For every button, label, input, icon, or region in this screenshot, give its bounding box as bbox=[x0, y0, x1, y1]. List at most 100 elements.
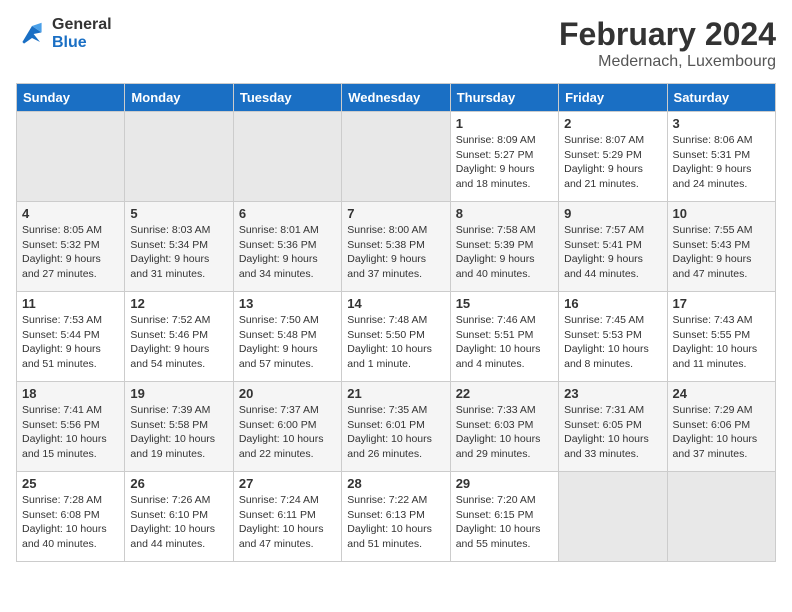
calendar-cell: 14 Sunrise: 7:48 AMSunset: 5:50 PMDayligh… bbox=[342, 292, 450, 382]
day-number: 8 bbox=[456, 206, 553, 221]
week-row: 25Sunrise: 7:28 AMSunset: 6:08 PMDayligh… bbox=[17, 472, 776, 562]
day-number: 18 bbox=[22, 386, 119, 401]
calendar-cell: 6 Sunrise: 8:01 AMSunset: 5:36 PMDaylight… bbox=[233, 202, 341, 292]
day-info: Sunrise: 7:48 AMSunset: 5:50 PMDaylight:… bbox=[347, 313, 444, 372]
calendar-cell: 29 Sunrise: 7:20 AMSunset: 6:15 PMDayligh… bbox=[450, 472, 558, 562]
calendar-cell: 3 Sunrise: 8:06 AMSunset: 5:31 PMDaylight… bbox=[667, 112, 775, 202]
day-info: Sunrise: 8:00 AMSunset: 5:38 PMDaylight:… bbox=[347, 223, 444, 282]
week-row: 4Sunrise: 8:05 AMSunset: 5:32 PMDaylight… bbox=[17, 202, 776, 292]
calendar-cell: 24 Sunrise: 7:29 AMSunset: 6:06 PMDayligh… bbox=[667, 382, 775, 472]
calendar-cell: 28 Sunrise: 7:22 AMSunset: 6:13 PMDayligh… bbox=[342, 472, 450, 562]
location: Medernach, Luxembourg bbox=[559, 53, 776, 71]
day-number: 6 bbox=[239, 206, 336, 221]
day-number: 12 bbox=[130, 296, 227, 311]
day-info: Sunrise: 8:06 AMSunset: 5:31 PMDaylight:… bbox=[673, 133, 770, 192]
calendar-cell: 21Sunrise: 7:35 AMSunset: 6:01 PMDayligh… bbox=[342, 382, 450, 472]
day-info: Sunrise: 8:03 AMSunset: 5:34 PMDaylight:… bbox=[130, 223, 227, 282]
day-info: Sunrise: 7:22 AMSunset: 6:13 PMDaylight:… bbox=[347, 493, 444, 552]
day-number: 14 bbox=[347, 296, 444, 311]
day-info: Sunrise: 8:01 AMSunset: 5:36 PMDaylight:… bbox=[239, 223, 336, 282]
day-info: Sunrise: 7:43 AMSunset: 5:55 PMDaylight:… bbox=[673, 313, 770, 372]
day-info: Sunrise: 7:20 AMSunset: 6:15 PMDaylight:… bbox=[456, 493, 553, 552]
week-row: 11 Sunrise: 7:53 AMSunset: 5:44 PMDayligh… bbox=[17, 292, 776, 382]
calendar-cell: 18 Sunrise: 7:41 AMSunset: 5:56 PMDayligh… bbox=[17, 382, 125, 472]
month-title: February 2024 bbox=[559, 16, 776, 53]
day-number: 23 bbox=[564, 386, 661, 401]
day-number: 1 bbox=[456, 116, 553, 131]
col-header-tuesday: Tuesday bbox=[233, 84, 341, 112]
day-number: 26 bbox=[130, 476, 227, 491]
calendar-cell: 1 Sunrise: 8:09 AMSunset: 5:27 PMDaylight… bbox=[450, 112, 558, 202]
calendar-cell bbox=[342, 112, 450, 202]
day-info: Sunrise: 8:07 AMSunset: 5:29 PMDaylight:… bbox=[564, 133, 661, 192]
day-number: 7 bbox=[347, 206, 444, 221]
day-number: 3 bbox=[673, 116, 770, 131]
day-info: Sunrise: 8:09 AMSunset: 5:27 PMDaylight:… bbox=[456, 133, 553, 192]
calendar-cell: 13 Sunrise: 7:50 AMSunset: 5:48 PMDayligh… bbox=[233, 292, 341, 382]
col-header-monday: Monday bbox=[125, 84, 233, 112]
calendar-cell: 7 Sunrise: 8:00 AMSunset: 5:38 PMDaylight… bbox=[342, 202, 450, 292]
day-info: Sunrise: 7:33 AMSunset: 6:03 PMDaylight:… bbox=[456, 403, 553, 462]
day-info: Sunrise: 7:26 AMSunset: 6:10 PMDaylight:… bbox=[130, 493, 227, 552]
day-number: 20 bbox=[239, 386, 336, 401]
day-number: 11 bbox=[22, 296, 119, 311]
logo-icon bbox=[16, 18, 48, 50]
calendar-cell: 11 Sunrise: 7:53 AMSunset: 5:44 PMDayligh… bbox=[17, 292, 125, 382]
calendar-cell: 2 Sunrise: 8:07 AMSunset: 5:29 PMDaylight… bbox=[559, 112, 667, 202]
day-number: 9 bbox=[564, 206, 661, 221]
day-info: Sunrise: 7:50 AMSunset: 5:48 PMDaylight:… bbox=[239, 313, 336, 372]
calendar-cell: 10 Sunrise: 7:55 AMSunset: 5:43 PMDayligh… bbox=[667, 202, 775, 292]
day-number: 21 bbox=[347, 386, 444, 401]
day-info: Sunrise: 7:46 AMSunset: 5:51 PMDaylight:… bbox=[456, 313, 553, 372]
day-number: 13 bbox=[239, 296, 336, 311]
calendar-cell: 15 Sunrise: 7:46 AMSunset: 5:51 PMDayligh… bbox=[450, 292, 558, 382]
day-info: Sunrise: 7:55 AMSunset: 5:43 PMDaylight:… bbox=[673, 223, 770, 282]
calendar-cell bbox=[667, 472, 775, 562]
calendar-cell: 22Sunrise: 7:33 AMSunset: 6:03 PMDayligh… bbox=[450, 382, 558, 472]
logo: General Blue bbox=[16, 16, 112, 52]
week-row: 1 Sunrise: 8:09 AMSunset: 5:27 PMDaylight… bbox=[17, 112, 776, 202]
day-info: Sunrise: 7:24 AMSunset: 6:11 PMDaylight:… bbox=[239, 493, 336, 552]
calendar-cell: 19Sunrise: 7:39 AMSunset: 5:58 PMDayligh… bbox=[125, 382, 233, 472]
day-number: 5 bbox=[130, 206, 227, 221]
day-number: 15 bbox=[456, 296, 553, 311]
calendar-cell: 9 Sunrise: 7:57 AMSunset: 5:41 PMDaylight… bbox=[559, 202, 667, 292]
day-number: 24 bbox=[673, 386, 770, 401]
day-number: 19 bbox=[130, 386, 227, 401]
logo-text: General Blue bbox=[52, 16, 112, 52]
day-info: Sunrise: 8:05 AMSunset: 5:32 PMDaylight:… bbox=[22, 223, 119, 282]
col-header-wednesday: Wednesday bbox=[342, 84, 450, 112]
calendar-cell: 26 Sunrise: 7:26 AMSunset: 6:10 PMDayligh… bbox=[125, 472, 233, 562]
day-number: 29 bbox=[456, 476, 553, 491]
day-number: 17 bbox=[673, 296, 770, 311]
calendar-cell: 27 Sunrise: 7:24 AMSunset: 6:11 PMDayligh… bbox=[233, 472, 341, 562]
day-number: 10 bbox=[673, 206, 770, 221]
calendar-cell: 4Sunrise: 8:05 AMSunset: 5:32 PMDaylight… bbox=[17, 202, 125, 292]
calendar-cell: 23Sunrise: 7:31 AMSunset: 6:05 PMDayligh… bbox=[559, 382, 667, 472]
col-header-thursday: Thursday bbox=[450, 84, 558, 112]
day-info: Sunrise: 7:41 AMSunset: 5:56 PMDaylight:… bbox=[22, 403, 119, 462]
col-header-friday: Friday bbox=[559, 84, 667, 112]
day-number: 27 bbox=[239, 476, 336, 491]
day-number: 2 bbox=[564, 116, 661, 131]
calendar-cell bbox=[125, 112, 233, 202]
calendar-cell bbox=[17, 112, 125, 202]
calendar-cell: 16 Sunrise: 7:45 AMSunset: 5:53 PMDayligh… bbox=[559, 292, 667, 382]
day-info: Sunrise: 7:37 AMSunset: 6:00 PMDaylight:… bbox=[239, 403, 336, 462]
title-block: February 2024 Medernach, Luxembourg bbox=[559, 16, 776, 71]
header-row: SundayMondayTuesdayWednesdayThursdayFrid… bbox=[17, 84, 776, 112]
day-info: Sunrise: 7:29 AMSunset: 6:06 PMDaylight:… bbox=[673, 403, 770, 462]
day-info: Sunrise: 7:28 AMSunset: 6:08 PMDaylight:… bbox=[22, 493, 119, 552]
calendar-cell bbox=[233, 112, 341, 202]
day-info: Sunrise: 7:45 AMSunset: 5:53 PMDaylight:… bbox=[564, 313, 661, 372]
calendar-cell bbox=[559, 472, 667, 562]
col-header-saturday: Saturday bbox=[667, 84, 775, 112]
week-row: 18 Sunrise: 7:41 AMSunset: 5:56 PMDayligh… bbox=[17, 382, 776, 472]
day-number: 28 bbox=[347, 476, 444, 491]
calendar-cell: 25Sunrise: 7:28 AMSunset: 6:08 PMDayligh… bbox=[17, 472, 125, 562]
col-header-sunday: Sunday bbox=[17, 84, 125, 112]
day-info: Sunrise: 7:57 AMSunset: 5:41 PMDaylight:… bbox=[564, 223, 661, 282]
day-info: Sunrise: 7:53 AMSunset: 5:44 PMDaylight:… bbox=[22, 313, 119, 372]
calendar-cell: 12Sunrise: 7:52 AMSunset: 5:46 PMDayligh… bbox=[125, 292, 233, 382]
day-number: 16 bbox=[564, 296, 661, 311]
